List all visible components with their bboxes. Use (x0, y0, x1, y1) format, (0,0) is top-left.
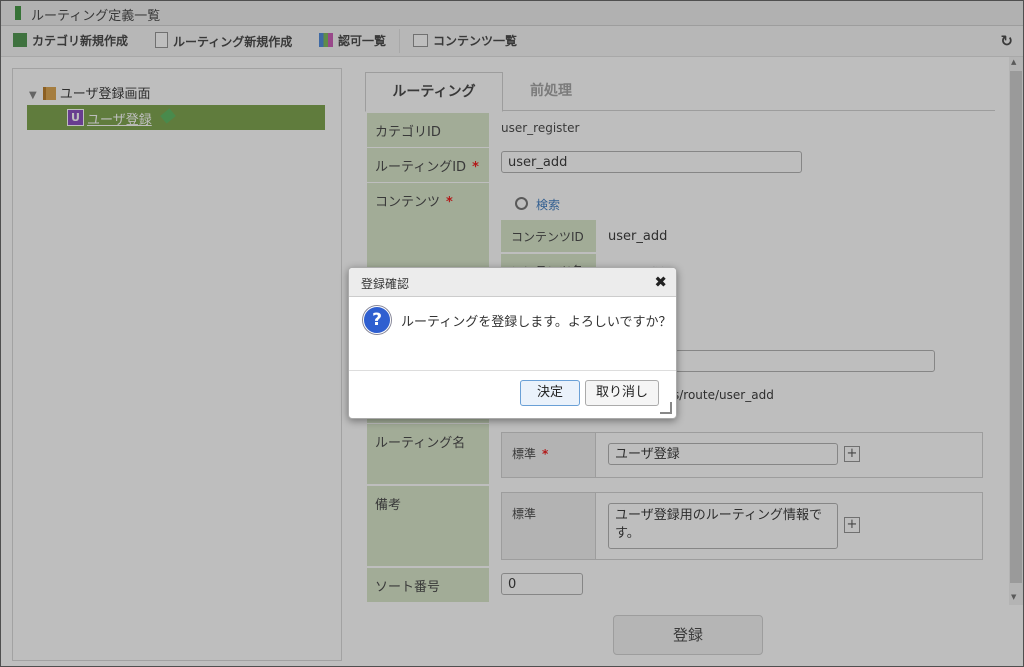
question-icon: ? (363, 306, 391, 334)
dialog-message: ルーティングを登録します。よろしいですか？ (401, 315, 672, 330)
resize-grip-icon[interactable] (660, 402, 672, 414)
dialog-divider (349, 370, 676, 371)
cancel-button[interactable]: 取り消し (585, 380, 659, 406)
dialog-title: 登録確認 (361, 277, 410, 291)
dialog-title-bar: 登録確認 ✖ (349, 268, 676, 297)
close-icon[interactable]: ✖ (654, 273, 667, 291)
confirm-dialog: 登録確認 ✖ ? ルーティングを登録します。よろしいですか？ 決定 取り消し (348, 267, 677, 419)
ok-button[interactable]: 決定 (520, 380, 580, 406)
